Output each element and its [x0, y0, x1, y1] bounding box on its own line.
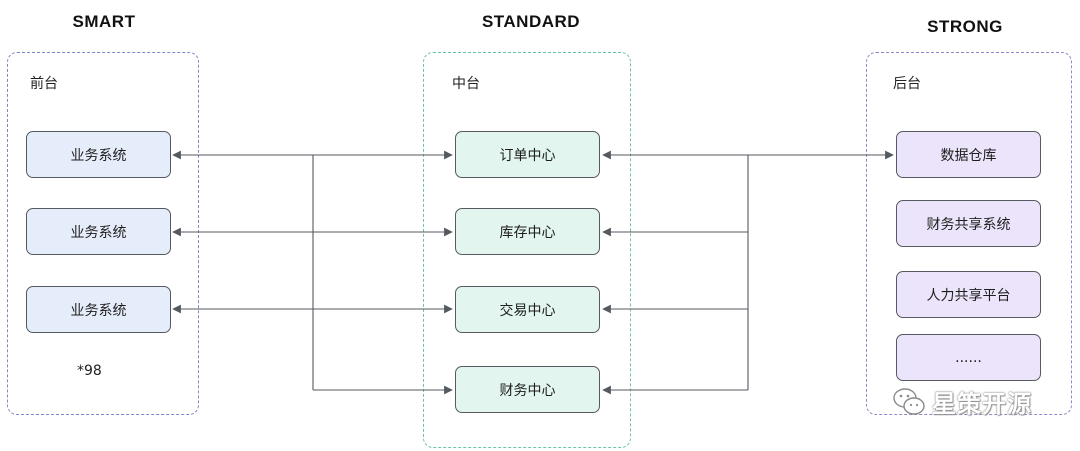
standard-title: STANDARD [481, 12, 581, 31]
smart-node-business-system-1: 业务系统 [26, 131, 171, 178]
strong-node-data-warehouse: 数据仓库 [896, 131, 1041, 178]
strong-panel-label: 后台 [893, 76, 921, 92]
watermark: 星策开源 [892, 384, 1032, 419]
standard-node-finance-center: 财务中心 [455, 366, 600, 413]
smart-node-business-system-3: 业务系统 [26, 286, 171, 333]
smart-note: *98 [77, 363, 102, 379]
standard-node-inventory-center: 库存中心 [455, 208, 600, 255]
standard-node-order-center: 订单中心 [455, 131, 600, 178]
standard-panel-label: 中台 [452, 76, 480, 92]
strong-node-finance-shared-system: 财务共享系统 [896, 200, 1041, 247]
strong-node-hr-shared-platform: 人力共享平台 [896, 271, 1041, 318]
watermark-text: 星策开源 [932, 390, 1032, 418]
smart-title: SMART [72, 12, 136, 31]
smart-node-business-system-2: 业务系统 [26, 208, 171, 255]
strong-node-more: ...... [896, 334, 1041, 381]
strong-title: STRONG [927, 17, 1003, 36]
smart-panel-label: 前台 [30, 76, 58, 92]
wechat-icon [893, 387, 925, 415]
standard-node-trade-center: 交易中心 [455, 286, 600, 333]
